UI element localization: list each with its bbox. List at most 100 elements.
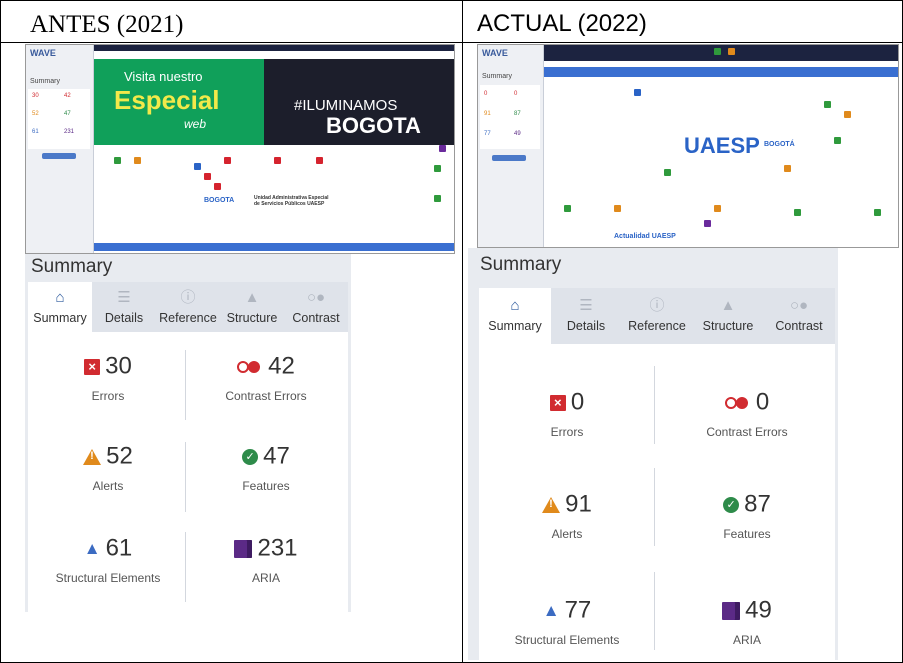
column-title-before: ANTES (2021) xyxy=(30,11,184,38)
mini-summary-grid: 0 0 91 87 77 49 xyxy=(480,85,540,149)
alert-icon xyxy=(542,496,561,513)
org-name: Unidad Administrativa Especial de Servic… xyxy=(254,195,329,207)
errors-label: Errors xyxy=(550,424,584,439)
tab-contrast[interactable]: ○● Contrast xyxy=(763,288,835,344)
error-badge xyxy=(214,183,221,190)
mini-features: 87 xyxy=(514,111,521,117)
structural-metric[interactable]: ▲ 77 Structural Elements xyxy=(487,598,647,647)
alert-badge xyxy=(714,205,721,212)
wave-sidebar: WAVE Summary 30 42 52 47 61 231 xyxy=(26,45,94,253)
mini-features: 47 xyxy=(64,111,71,117)
banner-city: BOGOTA xyxy=(326,113,421,138)
separator xyxy=(654,366,655,444)
structure-icon: ▲ xyxy=(542,601,560,621)
errors-label: Errors xyxy=(91,388,125,403)
info-icon: ⓘ xyxy=(180,289,196,306)
features-label: Features xyxy=(723,526,771,541)
bogota-logo-text: BOGOTA xyxy=(204,197,235,204)
thumbnail-before: WAVE Summary 30 42 52 47 61 231 Visita n… xyxy=(25,44,455,254)
structural-metric[interactable]: ▲ 61 Structural Elements xyxy=(28,536,188,585)
mini-summary-grid: 30 42 52 47 61 231 xyxy=(28,89,90,149)
wave-summary-panel-after: Summary ⌂ Summary ☰ Details ⓘ Reference … xyxy=(468,248,838,660)
alerts-count: 91 xyxy=(565,490,592,518)
aria-icon xyxy=(722,601,741,620)
structure-badge xyxy=(634,89,641,96)
errors-count: 0 xyxy=(570,388,585,416)
mini-contrast: 0 xyxy=(514,91,518,97)
alerts-count: 52 xyxy=(106,442,133,470)
summary-content: ×0 Errors 0 Contrast Errors 91 Alerts ✓8… xyxy=(479,344,835,660)
hierarchy-icon: ▲ xyxy=(244,289,260,306)
home-icon: ⌂ xyxy=(55,289,65,306)
tab-reference[interactable]: ⓘ Reference xyxy=(156,282,220,332)
hierarchy-icon: ▲ xyxy=(720,297,736,314)
tab-bar: ⌂ Summary ☰ Details ⓘ Reference ▲ Struct… xyxy=(28,282,348,332)
structure-badge xyxy=(194,163,201,170)
alerts-label: Alerts xyxy=(551,526,583,541)
tab-reference[interactable]: ⓘ Reference xyxy=(621,288,693,344)
contrast-icon: ○● xyxy=(789,297,809,314)
banner-visit: Visita nuestro xyxy=(124,69,203,84)
list-icon: ☰ xyxy=(579,297,593,314)
tab-summary[interactable]: ⌂ Summary xyxy=(28,282,92,332)
contrast-label: Contrast Errors xyxy=(225,388,307,403)
list-icon: ☰ xyxy=(117,289,131,306)
separator xyxy=(654,572,655,650)
brand-logo: UAESP xyxy=(684,133,760,158)
contrast-count: 0 xyxy=(755,388,770,416)
structural-label: Structural Elements xyxy=(514,632,620,647)
site-topbar xyxy=(544,45,898,61)
banner-web: web xyxy=(184,117,207,131)
separator xyxy=(654,468,655,546)
mini-button xyxy=(492,155,526,161)
banner-especial: Especial xyxy=(114,85,220,115)
contrast-metric[interactable]: 42 Contrast Errors xyxy=(186,354,346,403)
feature-badge xyxy=(824,101,831,108)
feature-badge xyxy=(564,205,571,212)
feature-badge xyxy=(794,209,801,216)
alert-badge xyxy=(134,157,141,164)
features-metric[interactable]: ✓ 47 Features xyxy=(186,444,346,493)
aria-metric[interactable]: 231 ARIA xyxy=(186,536,346,585)
features-label: Features xyxy=(242,478,290,493)
header-divider xyxy=(0,42,903,43)
site-preview: UAESP BOGOTÁ Actualidad UAESP xyxy=(544,45,898,247)
alerts-metric[interactable]: 52 Alerts xyxy=(28,444,188,493)
alert-badge xyxy=(784,165,791,172)
wave-summary-panel-before: Summary ⌂ Summary ☰ Details ⓘ Reference … xyxy=(25,254,351,612)
feature-badge xyxy=(834,137,841,144)
tab-summary[interactable]: ⌂ Summary xyxy=(479,288,551,344)
alerts-label: Alerts xyxy=(92,478,124,493)
alert-badge xyxy=(728,48,735,55)
features-metric[interactable]: ✓ 87 Features xyxy=(667,492,827,541)
feature-badge xyxy=(664,169,671,176)
contrast-error-icon xyxy=(237,360,263,373)
tab-details[interactable]: ☰ Details xyxy=(92,282,156,332)
structure-icon: ▲ xyxy=(83,539,101,559)
mini-alerts: 91 xyxy=(484,111,491,117)
city-logo: BOGOTÁ xyxy=(764,141,795,148)
wave-logo: WAVE xyxy=(482,48,508,58)
contrast-metric[interactable]: 0 Contrast Errors xyxy=(667,390,827,439)
tab-contrast[interactable]: ○● Contrast xyxy=(284,282,348,332)
errors-metric[interactable]: × 0 Errors xyxy=(487,390,647,439)
mini-alerts: 52 xyxy=(32,111,39,117)
tab-structure[interactable]: ▲ Structure xyxy=(220,282,284,332)
tab-bar: ⌂ Summary ☰ Details ⓘ Reference ▲ Struct… xyxy=(479,288,835,344)
alert-badge xyxy=(844,111,851,118)
alert-badge xyxy=(614,205,621,212)
aria-count: 231 xyxy=(257,534,298,562)
site-footer-bar xyxy=(94,243,454,251)
aria-metric[interactable]: 49 ARIA xyxy=(667,598,827,647)
tab-details[interactable]: ☰ Details xyxy=(551,288,621,344)
tab-structure[interactable]: ▲ Structure xyxy=(693,288,763,344)
mini-summary-title: Summary xyxy=(30,78,60,85)
mini-structure: 61 xyxy=(32,129,39,135)
alerts-metric[interactable]: 91 Alerts xyxy=(487,492,647,541)
errors-count: 30 xyxy=(105,352,132,380)
error-badge xyxy=(274,157,281,164)
feature-badge xyxy=(434,165,441,172)
mini-aria: 49 xyxy=(514,131,521,137)
errors-metric[interactable]: × 30 Errors xyxy=(28,354,188,403)
error-icon: × xyxy=(84,358,101,375)
